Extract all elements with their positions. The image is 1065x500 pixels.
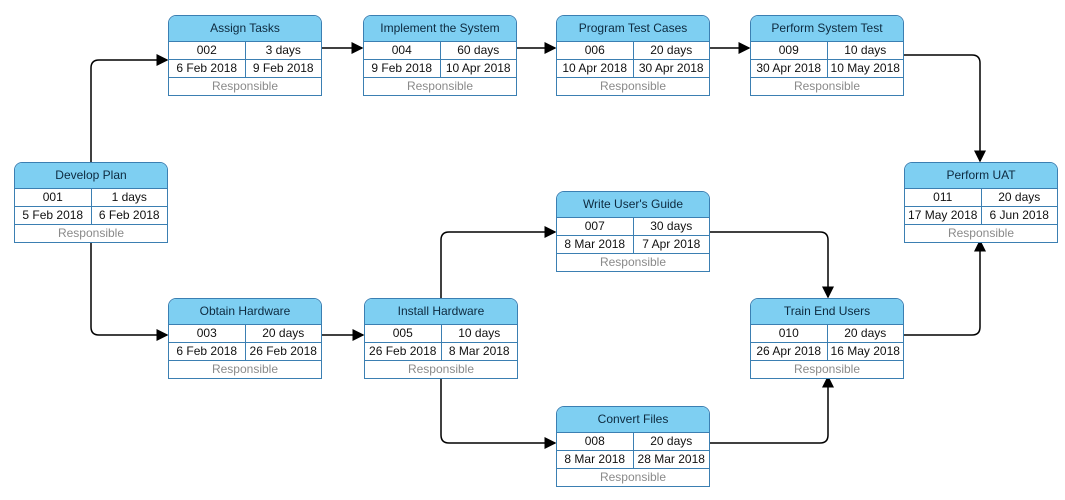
task-node[interactable]: Implement the System 004 60 days 9 Feb 20…	[363, 15, 517, 96]
task-start: 6 Feb 2018	[169, 60, 246, 77]
task-id: 004	[364, 42, 441, 59]
task-name: Obtain Hardware	[169, 299, 321, 325]
edge-001-002	[90, 54, 169, 162]
task-duration: 1 days	[111, 190, 147, 204]
task-node[interactable]: Perform System Test 009 10 days 30 Apr 20…	[750, 15, 904, 96]
task-id: 002	[169, 42, 246, 59]
task-responsible: Responsible	[947, 226, 1015, 240]
task-responsible: Responsible	[599, 79, 667, 93]
task-name: Perform UAT	[905, 163, 1057, 189]
task-duration: 10 days	[844, 43, 887, 57]
edge-005-007	[440, 226, 557, 298]
task-end: 10 May 2018	[830, 61, 900, 75]
task-responsible: Responsible	[599, 470, 667, 484]
task-duration: 60 days	[457, 43, 500, 57]
edge-001-003	[90, 240, 169, 341]
edge-005-008	[440, 376, 557, 449]
task-start: 8 Mar 2018	[557, 236, 634, 253]
task-name: Program Test Cases	[557, 16, 709, 42]
task-start: 6 Feb 2018	[169, 343, 246, 360]
task-start: 8 Mar 2018	[557, 451, 634, 468]
task-node[interactable]: Develop Plan 001 1 days 5 Feb 2018 6 Feb 2…	[14, 162, 168, 243]
task-duration: 20 days	[998, 190, 1041, 204]
task-end: 30 Apr 2018	[638, 61, 704, 75]
edge-008-010	[710, 375, 834, 444]
task-start: 26 Apr 2018	[751, 343, 828, 360]
task-start: 10 Apr 2018	[557, 60, 634, 77]
task-node[interactable]: Assign Tasks 002 3 days 6 Feb 2018 9 Feb 2…	[168, 15, 322, 96]
task-name: Convert Files	[557, 407, 709, 433]
task-end: 8 Mar 2018	[448, 344, 510, 358]
task-start: 5 Feb 2018	[15, 207, 92, 224]
task-end: 6 Jun 2018	[989, 208, 1049, 222]
task-name: Train End Users	[751, 299, 903, 325]
task-responsible: Responsible	[211, 362, 279, 376]
task-node[interactable]: Convert Files 008 20 days 8 Mar 2018 28 Ma…	[556, 406, 710, 487]
task-end: 7 Apr 2018	[642, 237, 701, 251]
edge-007-010	[710, 231, 834, 299]
task-start: 26 Feb 2018	[365, 343, 442, 360]
task-responsible: Responsible	[793, 362, 861, 376]
task-duration: 3 days	[265, 43, 301, 57]
task-duration: 30 days	[650, 219, 693, 233]
task-node[interactable]: Perform UAT 011 20 days 17 May 2018 6 Jun …	[904, 162, 1058, 243]
task-end: 9 Feb 2018	[252, 61, 314, 75]
task-start: 30 Apr 2018	[751, 60, 828, 77]
task-id: 007	[557, 218, 634, 235]
task-duration: 20 days	[262, 326, 305, 340]
task-responsible: Responsible	[599, 255, 667, 269]
task-name: Implement the System	[364, 16, 516, 42]
edge-009-011	[904, 54, 986, 163]
task-responsible: Responsible	[57, 226, 125, 240]
task-end: 16 May 2018	[830, 344, 900, 358]
dependency-arrows	[90, 42, 986, 449]
task-id: 008	[557, 433, 634, 450]
task-name: Perform System Test	[751, 16, 903, 42]
task-responsible: Responsible	[407, 362, 475, 376]
task-node[interactable]: Train End Users 010 20 days 26 Apr 2018 16…	[750, 298, 904, 379]
task-responsible: Responsible	[793, 79, 861, 93]
task-node[interactable]: Obtain Hardware 003 20 days 6 Feb 2018 26 …	[168, 298, 322, 379]
task-name: Write User's Guide	[557, 192, 709, 218]
task-end: 26 Feb 2018	[249, 344, 317, 358]
task-id: 011	[905, 189, 982, 206]
task-duration: 10 days	[458, 326, 501, 340]
task-node[interactable]: Write User's Guide 007 30 days 8 Mar 2018…	[556, 191, 710, 272]
task-end: 28 Mar 2018	[637, 452, 705, 466]
task-name: Develop Plan	[15, 163, 167, 189]
task-id: 010	[751, 325, 828, 342]
task-end: 10 Apr 2018	[445, 61, 511, 75]
task-id: 003	[169, 325, 246, 342]
task-node[interactable]: Install Hardware 005 10 days 26 Feb 2018 8…	[364, 298, 518, 379]
task-id: 006	[557, 42, 634, 59]
task-name: Install Hardware	[365, 299, 517, 325]
task-duration: 20 days	[650, 43, 693, 57]
task-start: 17 May 2018	[905, 207, 982, 224]
task-name: Assign Tasks	[169, 16, 321, 42]
edge-010-011	[904, 239, 986, 336]
task-end: 6 Feb 2018	[98, 208, 160, 222]
task-responsible: Responsible	[406, 79, 474, 93]
task-duration: 20 days	[650, 434, 693, 448]
task-node[interactable]: Program Test Cases 006 20 days 10 Apr 201…	[556, 15, 710, 96]
task-start: 9 Feb 2018	[364, 60, 441, 77]
task-id: 005	[365, 325, 442, 342]
task-id: 009	[751, 42, 828, 59]
task-id: 001	[15, 189, 92, 206]
task-responsible: Responsible	[211, 79, 279, 93]
task-duration: 20 days	[844, 326, 887, 340]
